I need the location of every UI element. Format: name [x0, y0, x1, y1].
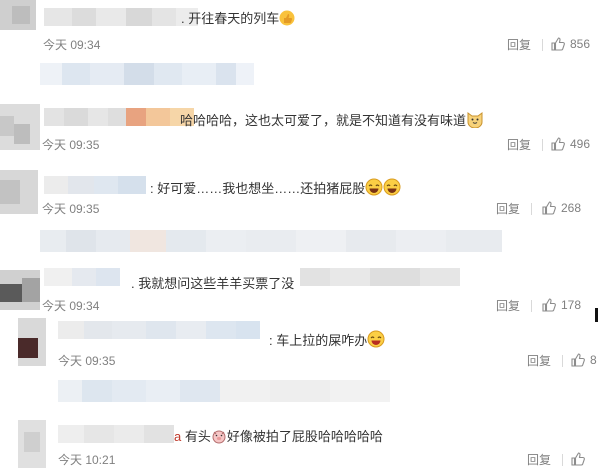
divider: [531, 300, 532, 312]
username-blurred[interactable]: [44, 176, 146, 194]
username-blurred[interactable]: [44, 8, 198, 26]
pig-emoji-icon: [211, 428, 227, 449]
thumbs-up-icon: [551, 137, 565, 151]
like-count: 856: [570, 37, 591, 51]
comment-time: 今天 09:34: [42, 299, 100, 313]
avatar[interactable]: [18, 420, 46, 468]
divider: [542, 39, 543, 51]
comment-time: 今天 10:21: [58, 453, 116, 467]
username-blurred[interactable]: [58, 321, 260, 339]
like-count: 268: [561, 201, 582, 215]
like-button[interactable]: 178: [541, 297, 581, 313]
thumbs-up-icon: [551, 37, 565, 51]
reply-button[interactable]: 回复: [496, 298, 520, 314]
thumbs-up-icon: [542, 201, 556, 215]
comment-text: a 有头 好像被拍了屁股哈哈哈哈哈: [174, 428, 383, 449]
sub-comment-blurred[interactable]: [40, 230, 502, 252]
reply-button[interactable]: 回复: [507, 37, 531, 53]
comment-time: 今天 09:34: [43, 38, 101, 52]
divider: [562, 355, 563, 367]
cat-emoji-icon: [466, 110, 484, 133]
reply-button[interactable]: 回复: [496, 201, 520, 217]
sub-comment-blurred[interactable]: [58, 380, 390, 402]
laugh-emoji-icon: [383, 178, 401, 201]
like-button[interactable]: [570, 451, 590, 467]
comment-text: . 开往春天的列车: [181, 10, 295, 31]
divider: [531, 203, 532, 215]
like-count: 8: [590, 353, 597, 367]
laugh-emoji-icon: [367, 330, 385, 353]
comment-time: 今天 09:35: [58, 354, 116, 368]
thumbs-up-icon: [571, 353, 585, 367]
divider: [562, 454, 563, 466]
avatar[interactable]: [0, 170, 38, 214]
like-button[interactable]: 856: [550, 36, 590, 52]
reply-button[interactable]: 回复: [507, 137, 531, 153]
avatar[interactable]: [0, 0, 36, 30]
text-blurred: [300, 268, 460, 286]
thumbs-up-icon: [571, 452, 585, 466]
comment-text: . 我就想问这些羊羊买票了没: [131, 276, 295, 291]
username-blurred[interactable]: [44, 108, 194, 126]
username-blurred[interactable]: [44, 268, 120, 286]
username-blurred[interactable]: [58, 425, 174, 443]
laugh-emoji-icon: [365, 178, 383, 201]
comment-time: 今天 09:35: [42, 202, 100, 216]
like-count: 178: [561, 298, 582, 312]
comment-text: : 好可爱……我也想坐……还拍猪屁股: [150, 178, 401, 201]
comment-text: : 车上拉的屎咋办: [269, 330, 385, 353]
like-count: 496: [570, 137, 591, 151]
comment-time: 今天 09:35: [42, 138, 100, 152]
sub-comment-blurred[interactable]: [40, 63, 254, 85]
like-button[interactable]: 8: [570, 352, 597, 368]
divider: [542, 139, 543, 151]
reply-button[interactable]: 回复: [527, 353, 551, 369]
thumbs-up-icon: [542, 298, 556, 312]
avatar[interactable]: [0, 270, 40, 310]
comment-text: 哈哈哈哈，这也太可爱了，就是不知道有没有味道: [180, 110, 484, 133]
like-button[interactable]: 496: [550, 136, 590, 152]
avatar[interactable]: [18, 318, 46, 366]
reply-button[interactable]: 回复: [527, 452, 551, 468]
thumbs-up-icon: [279, 10, 295, 31]
like-button[interactable]: 268: [541, 200, 581, 216]
avatar[interactable]: [0, 104, 40, 150]
